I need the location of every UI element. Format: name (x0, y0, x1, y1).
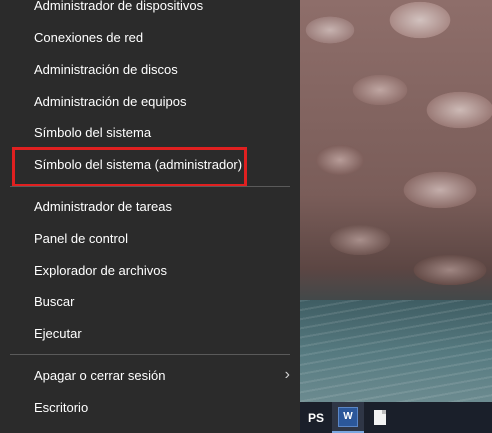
highlight-box (12, 147, 247, 187)
menu-item-file-explorer[interactable]: Explorador de archivos (0, 255, 300, 285)
menu-item-device-manager[interactable]: Administrador de dispositivos (0, 0, 300, 20)
menu-item-label: Explorador de archivos (34, 262, 167, 278)
powershell-icon: PS (307, 410, 324, 425)
menu-item-desktop[interactable]: Escritorio (0, 392, 300, 422)
menu-item-label: Administración de discos (34, 61, 178, 77)
menu-item-label: Panel de control (34, 230, 128, 246)
menu-item-label: Escritorio (34, 399, 89, 415)
chevron-right-icon: › (284, 366, 290, 383)
menu-item-network-connections[interactable]: Conexiones de red (0, 22, 300, 52)
menu-item-label: Símbolo del sistema (34, 124, 152, 140)
winx-context-menu: Administrador de dispositivos Conexiones… (0, 0, 300, 433)
word-icon: W (338, 406, 358, 427)
menu-item-disk-management[interactable]: Administración de discos (0, 54, 300, 84)
menu-item-run[interactable]: Ejecutar (0, 318, 300, 348)
powershell-taskbar-button[interactable]: PS (300, 402, 332, 433)
menu-item-control-panel[interactable]: Panel de control (0, 223, 300, 253)
menu-item-shutdown-signout[interactable]: Apagar o cerrar sesión › (0, 360, 300, 390)
menu-item-label: Apagar o cerrar sesión (34, 367, 166, 383)
menu-separator (10, 354, 290, 355)
menu-item-label: Administración de equipos (34, 93, 187, 109)
menu-item-command-prompt[interactable]: Símbolo del sistema (0, 117, 300, 147)
menu-separator (10, 186, 290, 187)
desktop-wallpaper (300, 0, 492, 433)
file-icon (374, 410, 386, 425)
menu-item-label: Conexiones de red (34, 29, 144, 45)
menu-item-label: Buscar (34, 293, 75, 309)
menu-item-task-manager[interactable]: Administrador de tareas (0, 191, 300, 221)
menu-item-search[interactable]: Buscar (0, 286, 300, 316)
menu-item-label: Administrador de tareas (34, 198, 173, 214)
menu-item-computer-management[interactable]: Administración de equipos (0, 86, 300, 116)
file-taskbar-button[interactable] (364, 402, 396, 433)
taskbar: PS W (300, 402, 492, 433)
word-taskbar-button[interactable]: W (332, 402, 364, 433)
menu-item-label: Administrador de dispositivos (34, 0, 204, 13)
menu-item-label: Ejecutar (34, 325, 82, 341)
